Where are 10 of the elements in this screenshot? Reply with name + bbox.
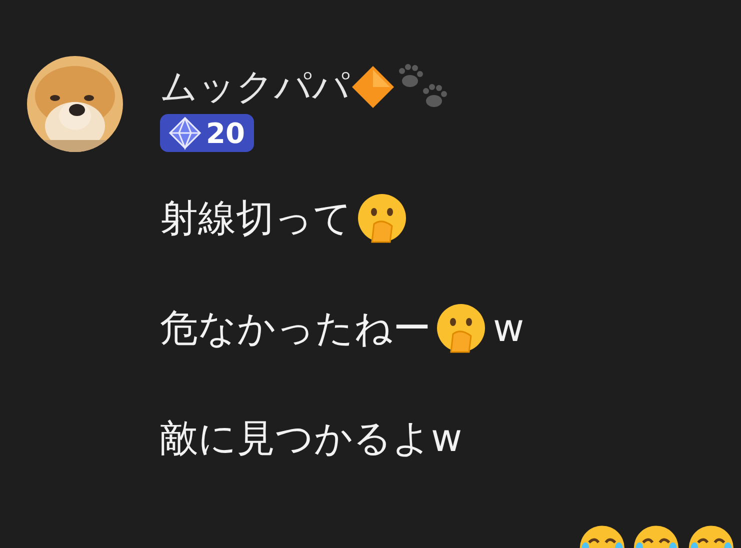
- diamond-icon: [350, 64, 396, 110]
- user-name: ムックパパ: [160, 64, 350, 110]
- level-badge: 20: [160, 114, 254, 152]
- message-text: 危なかったねー: [160, 305, 431, 352]
- message-text: 敵に見つかるよw: [160, 415, 462, 462]
- message-text: 射線切って: [160, 195, 352, 242]
- gem-icon: [168, 116, 202, 150]
- hand-over-mouth-icon: [435, 302, 487, 354]
- message-text: w: [493, 305, 524, 352]
- hand-over-mouth-icon: [356, 192, 408, 244]
